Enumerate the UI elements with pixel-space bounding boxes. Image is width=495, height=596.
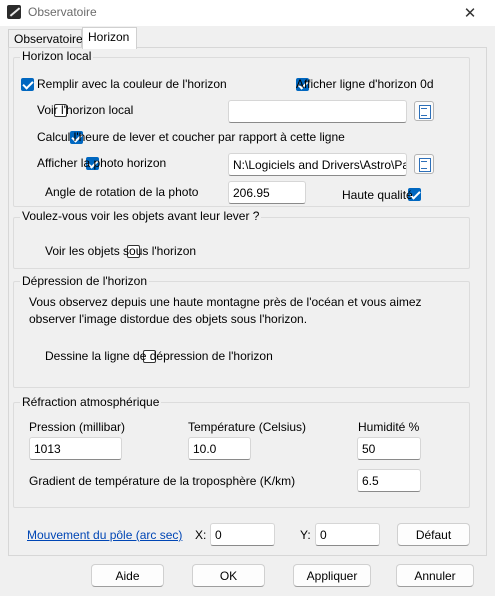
draw-depression-label: Dessine la ligne de dépression de l'hori… [45, 349, 273, 363]
humidity-input[interactable]: 50 [357, 437, 421, 460]
default-button[interactable]: Défaut [397, 523, 470, 546]
group-title-before-rise: Voulez-vous voir les objets avant leur l… [20, 209, 262, 223]
pressure-input[interactable]: 1013 [29, 437, 122, 460]
temperature-label: Température (Celsius) [188, 420, 307, 434]
depression-description-2: observer l'image distordue des objets so… [29, 312, 308, 326]
rotation-input[interactable]: 206.95 [228, 181, 306, 204]
title-bar: Observatoire ✕ [0, 0, 495, 26]
pole-motion-link[interactable]: Mouvement du pôle (arc sec) [27, 528, 182, 542]
group-before-rise [13, 217, 470, 269]
pole-x-input[interactable]: 0 [210, 523, 275, 546]
browse-folder-icon[interactable] [414, 101, 434, 121]
group-title-depression: Dépression de l'horizon [20, 274, 150, 288]
high-quality-label: Haute qualité [342, 188, 413, 202]
group-title-refraction: Réfraction atmosphérique [20, 395, 162, 409]
depression-description-1: Vous observez depuis une haute montagne … [29, 295, 422, 309]
help-button[interactable]: Aide [91, 564, 164, 587]
browse-folder-icon[interactable] [414, 154, 434, 174]
app-icon [7, 5, 21, 19]
gradient-label: Gradient de température de la troposphèr… [29, 474, 296, 488]
local-horizon-file-input[interactable] [228, 100, 407, 123]
close-button[interactable]: ✕ [445, 0, 495, 26]
cancel-button[interactable]: Annuler [396, 564, 474, 587]
fill-color-label: Remplir avec la couleur de l'horizon [37, 77, 227, 91]
group-title-horizon-local: Horizon local [20, 49, 94, 63]
pole-x-label: X: [195, 528, 207, 542]
show-line-0d-label: Afficher ligne d'horizon 0d [296, 77, 434, 91]
tab-horizon[interactable]: Horizon [82, 27, 137, 49]
show-local-label: Voir l'horizon local [37, 103, 134, 117]
pole-y-input[interactable]: 0 [315, 523, 380, 546]
gradient-input[interactable]: 6.5 [357, 469, 421, 492]
apply-button[interactable]: Appliquer [293, 564, 371, 587]
ok-button[interactable]: OK [192, 564, 265, 587]
pole-y-label: Y: [300, 528, 311, 542]
humidity-label: Humidité % [358, 420, 420, 434]
temperature-input[interactable]: 10.0 [188, 437, 251, 460]
calc-rise-set-label: Calcul l'heure de lever et coucher par r… [37, 130, 345, 144]
show-below-label: Voir les objets sous l'horizon [45, 244, 197, 258]
window-title: Observatoire [28, 5, 97, 19]
show-photo-label: Afficher la photo horizon [37, 156, 167, 170]
tab-observatoire[interactable]: Observatoire [8, 29, 83, 48]
pressure-label: Pression (millibar) [29, 420, 126, 434]
fill-color-checkbox[interactable] [21, 78, 34, 91]
photo-path-input[interactable]: N:\Logiciels and Drivers\Astro\Panoramas [228, 153, 407, 176]
rotation-label: Angle de rotation de la photo [45, 185, 199, 199]
